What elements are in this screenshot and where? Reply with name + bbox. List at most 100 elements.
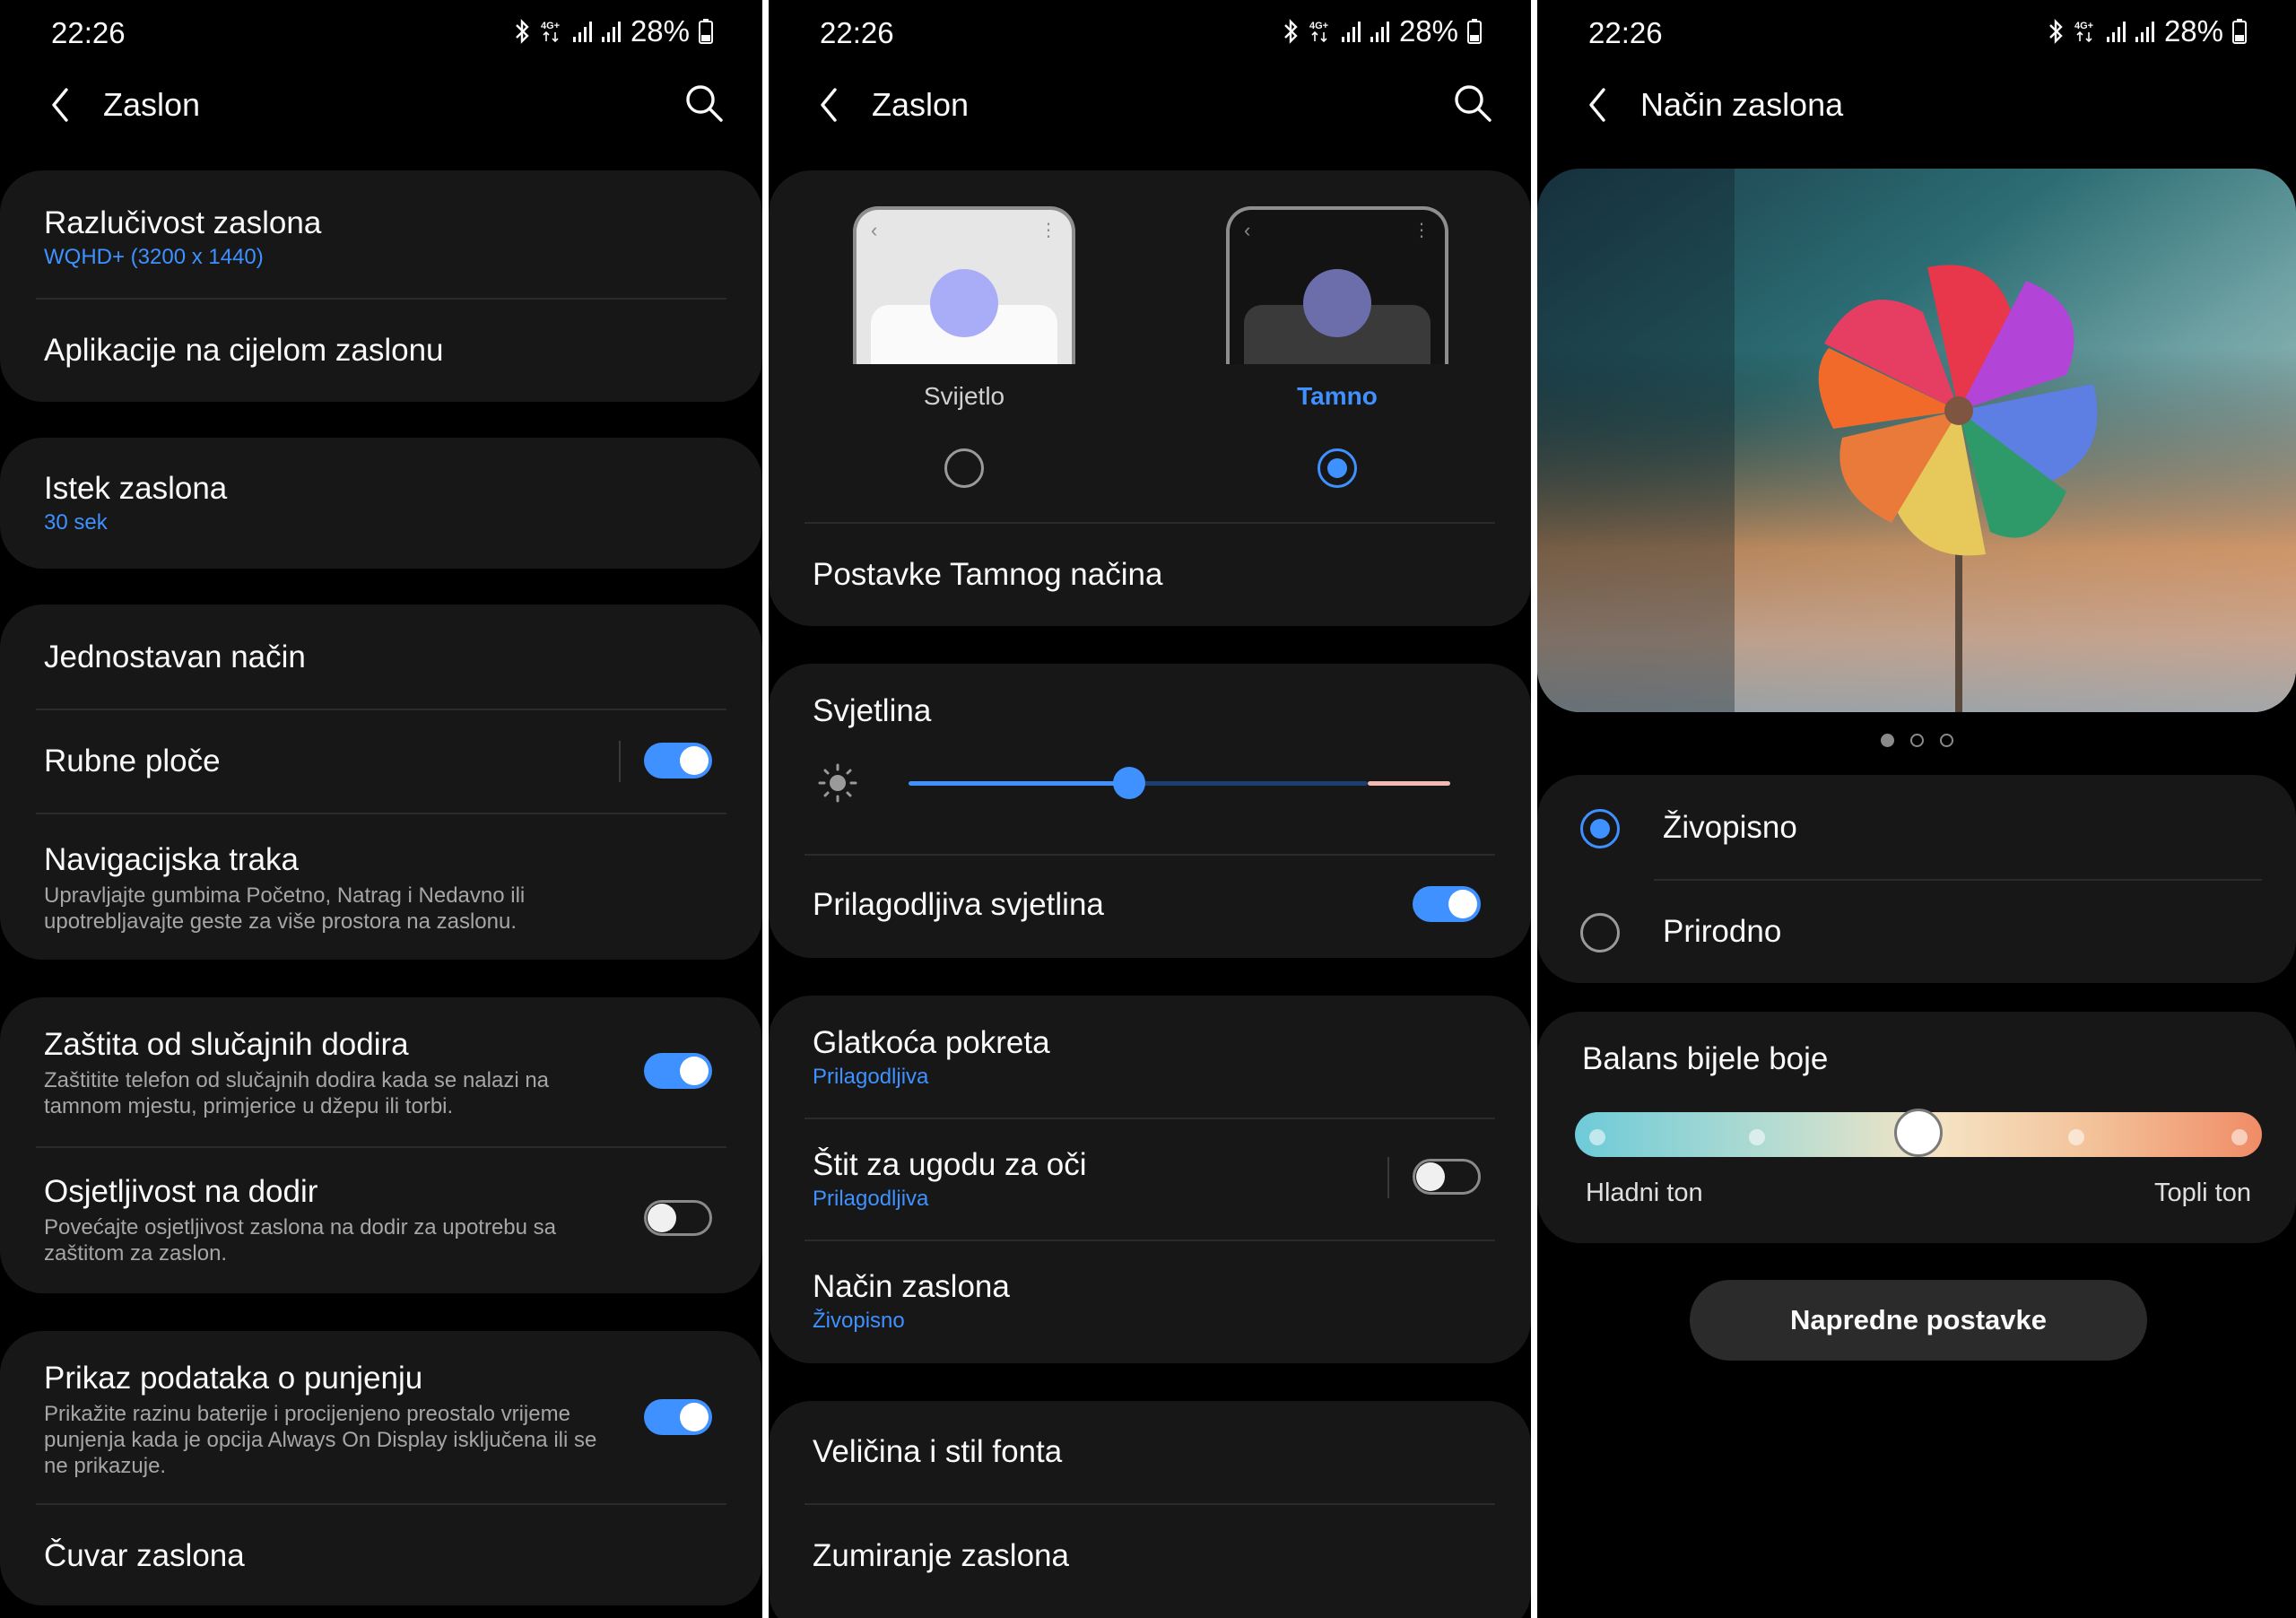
brightness-card: Svjetlina Prilagodljiva svjetlina [769, 664, 1531, 958]
eye-comfort-row[interactable]: Štit za ugodu za oči Prilagodljiva [813, 1146, 1481, 1213]
white-balance-thumb[interactable] [1894, 1109, 1943, 1157]
separator [619, 741, 621, 782]
row-title: Veličina i stil fonta [813, 1434, 1063, 1469]
radio-dot [1327, 458, 1347, 478]
toggle-knob [1448, 890, 1477, 918]
natural-mode-radio[interactable] [1580, 913, 1620, 953]
battery-icon [699, 19, 713, 44]
page-dot[interactable] [1880, 734, 1894, 747]
advanced-settings-button[interactable]: Napredne postavke [1690, 1280, 2147, 1361]
vivid-mode-radio[interactable] [1580, 809, 1620, 848]
touch-sensitivity-toggle[interactable] [644, 1200, 712, 1236]
screen-display-mode: 22:26 4G+ 28% Način zaslona Živopisno Pr… [1537, 0, 2296, 1618]
charging-info-toggle[interactable] [644, 1399, 712, 1435]
divider [804, 1240, 1495, 1241]
screen-timeout-row[interactable]: Istek zaslona 30 sek [44, 470, 712, 536]
divider [804, 854, 1495, 856]
resolution-row[interactable]: Razlučivost zaslona WQHD+ (3200 x 1440) [44, 204, 712, 271]
screen-saver-row[interactable]: Čuvar zaslona [44, 1537, 712, 1575]
vivid-mode-label[interactable]: Živopisno [1663, 809, 1797, 847]
navigation-bar-row[interactable]: Navigacijska traka Upravljajte gumbima P… [44, 841, 712, 935]
bluetooth-icon [1284, 19, 1298, 44]
row-value: Živopisno [813, 1309, 905, 1333]
battery-icon [2232, 19, 2247, 44]
divider [36, 298, 726, 300]
easy-mode-row[interactable]: Jednostavan način [44, 639, 712, 676]
light-theme-radio[interactable] [944, 448, 984, 488]
accidental-touch-row[interactable]: Zaštita od slučajnih dodira Zaštitite te… [44, 1026, 712, 1119]
status-bar: 22:26 4G+ 28% [769, 0, 1531, 65]
font-size-row[interactable]: Veličina i stil fonta [813, 1433, 1481, 1471]
edge-panels-toggle[interactable] [644, 743, 712, 779]
row-title: Istek zaslona [44, 471, 228, 506]
row-title: Osjetljivost na dodir [44, 1174, 318, 1209]
row-title: Način zaslona [813, 1269, 1010, 1304]
screen-zoom-row[interactable]: Zumiranje zaslona [813, 1537, 1481, 1575]
settings-card: Zaštita od slučajnih dodira Zaštitite te… [0, 997, 762, 1293]
touch-sensitivity-row[interactable]: Osjetljivost na dodir Povećajte osjetlji… [44, 1173, 712, 1266]
back-icon[interactable] [813, 83, 846, 127]
natural-mode-label[interactable]: Prirodno [1663, 913, 1781, 951]
page-dot[interactable] [1909, 734, 1924, 747]
charging-info-row[interactable]: Prikaz podataka o punjenju Prikažite raz… [44, 1360, 712, 1479]
edge-panels-row[interactable]: Rubne ploče [44, 743, 712, 780]
row-title: Jednostavan način [44, 639, 306, 674]
back-icon[interactable] [1582, 83, 1614, 127]
divider [36, 1146, 726, 1148]
status-time: 22:26 [820, 16, 894, 49]
search-icon[interactable] [683, 83, 725, 124]
preview-circle [1303, 269, 1371, 337]
motion-smoothness-row[interactable]: Glatkoća pokreta Prilagodljiva [813, 1024, 1481, 1091]
sun-icon [818, 763, 857, 803]
row-description: Prikažite razinu baterije i procijenjeno… [44, 1402, 597, 1478]
search-icon[interactable] [1452, 83, 1493, 124]
white-balance-label: Balans bijele boje [1582, 1041, 1829, 1076]
divider [1654, 879, 2262, 881]
light-theme-preview[interactable]: ‹ ⋮ [853, 206, 1075, 364]
row-value: Prilagodljiva [813, 1065, 929, 1089]
dark-theme-preview[interactable]: ‹ ⋮ [1226, 206, 1448, 364]
eye-comfort-toggle[interactable] [1413, 1159, 1481, 1195]
network-4g-icon: 4G+ [2074, 21, 2093, 43]
chevron-left-icon: ‹ [871, 219, 878, 241]
back-icon[interactable] [45, 83, 77, 127]
dark-theme-label: Tamno [1297, 382, 1378, 410]
radio-dot [1590, 819, 1610, 839]
adaptive-brightness-row[interactable]: Prilagodljiva svjetlina [813, 886, 1481, 924]
slider-step [1749, 1129, 1765, 1145]
status-time: 22:26 [51, 16, 126, 49]
accidental-touch-toggle[interactable] [644, 1053, 712, 1089]
brightness-slider-thumb[interactable] [1112, 767, 1145, 799]
svg-text:4G+: 4G+ [2074, 21, 2093, 31]
signal-icon [2135, 22, 2154, 42]
fullscreen-apps-row[interactable]: Aplikacije na cijelom zaslonu [44, 332, 712, 370]
page-dot[interactable] [1939, 734, 1953, 747]
page-title: Način zaslona [1640, 86, 1844, 123]
battery-percent: 28% [2163, 14, 2223, 48]
row-title: Zumiranje zaslona [813, 1538, 1069, 1573]
white-balance-slider[interactable] [1575, 1109, 2262, 1157]
screen-mode-row[interactable]: Način zaslona Živopisno [813, 1268, 1481, 1335]
page-title: Zaslon [103, 86, 201, 123]
more-icon: ⋮ [1413, 221, 1431, 240]
signal-icon [2106, 22, 2126, 42]
row-title: Štit za ugodu za oči [813, 1147, 1087, 1182]
row-title: Prikaz podataka o punjenju [44, 1361, 423, 1396]
row-value: WQHD+ (3200 x 1440) [44, 245, 264, 269]
adaptive-brightness-toggle[interactable] [1413, 886, 1481, 922]
row-value: 30 sek [44, 510, 108, 535]
app-bar: Zaslon [769, 65, 1531, 145]
network-4g-icon: 4G+ [541, 21, 560, 43]
settings-card: Prikaz podataka o punjenju Prikažite raz… [0, 1331, 762, 1605]
status-bar: 22:26 4G+ 28% [0, 0, 762, 65]
separator [1387, 1157, 1389, 1198]
battery-percent: 28% [1398, 14, 1458, 48]
dark-mode-settings-row[interactable]: Postavke Tamnog načina [813, 556, 1481, 594]
network-4g-icon: 4G+ [1309, 21, 1328, 43]
chevron-left-icon: ‹ [1244, 219, 1251, 241]
row-description: Zaštitite telefon od slučajnih dodira ka… [44, 1068, 550, 1118]
dark-theme-radio[interactable] [1318, 448, 1357, 488]
bluetooth-icon [2049, 19, 2063, 44]
brightness-slider-track[interactable] [1128, 781, 1368, 786]
svg-text:4G+: 4G+ [1309, 21, 1328, 31]
